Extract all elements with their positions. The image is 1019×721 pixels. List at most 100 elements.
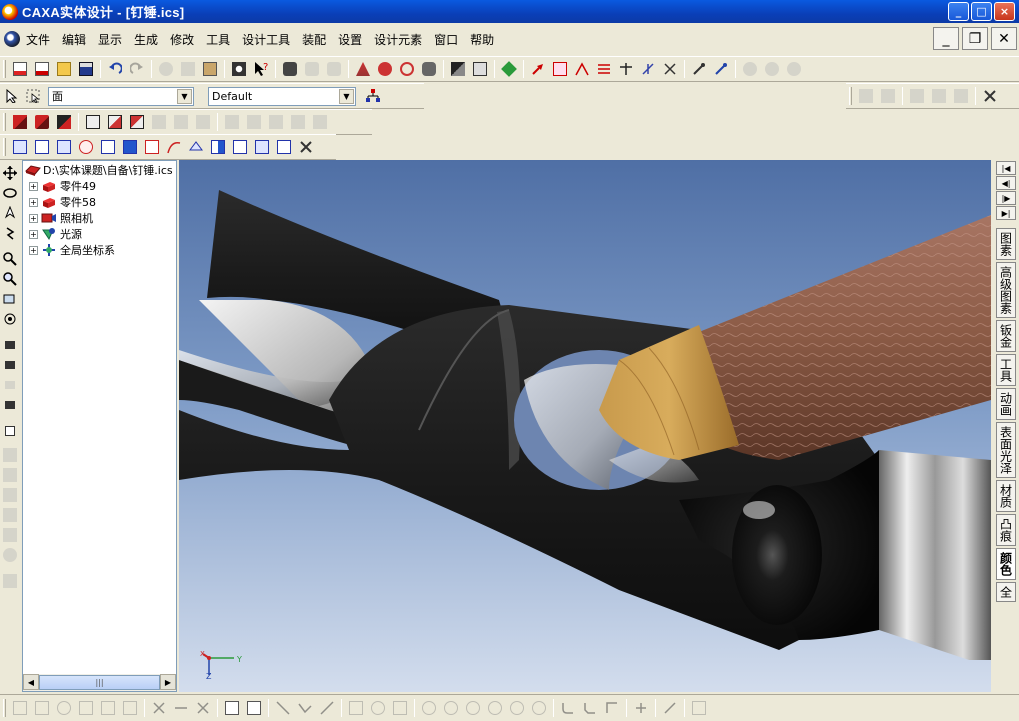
tab-material[interactable]: 材质	[996, 480, 1016, 512]
sketch-ellipse-icon[interactable]	[484, 697, 506, 719]
3d-viewport[interactable]: Y Z X	[179, 160, 991, 692]
chamfer-icon[interactable]	[126, 111, 148, 133]
tab-emboss[interactable]: 凸痕	[996, 514, 1016, 546]
tab-tools[interactable]: 工具	[996, 354, 1016, 386]
camera-dolly-icon[interactable]	[0, 375, 20, 395]
rotate-view-icon[interactable]	[374, 58, 396, 80]
tree-horizontal-scrollbar[interactable]: ◀ ||| ▶	[23, 674, 176, 691]
section-icon[interactable]	[469, 58, 491, 80]
expand-icon[interactable]: +	[29, 181, 38, 191]
select-box-icon[interactable]	[22, 85, 44, 107]
loft-icon[interactable]	[82, 111, 104, 133]
zoom-icon[interactable]	[0, 249, 20, 269]
tree-item-global-coords[interactable]: + 全局坐标系	[23, 242, 176, 258]
sketch-arc-icon[interactable]	[506, 697, 528, 719]
move-icon[interactable]	[352, 58, 374, 80]
sketch-project-icon[interactable]	[601, 697, 623, 719]
distribute-icon[interactable]	[593, 58, 615, 80]
sketch-box-icon[interactable]	[389, 697, 411, 719]
camera-zoom-icon[interactable]	[0, 395, 20, 415]
tab-first-icon[interactable]: |◀	[996, 161, 1016, 175]
surface-mesh-icon[interactable]	[97, 136, 119, 158]
face-replace-icon[interactable]	[0, 525, 20, 545]
pan-arrows-icon[interactable]	[0, 163, 20, 183]
sketch-constraint-icon[interactable]	[630, 697, 652, 719]
surface-tools-icon[interactable]	[295, 136, 317, 158]
sketch-line-icon[interactable]	[272, 697, 294, 719]
sketch-cursor-icon[interactable]	[243, 697, 265, 719]
paste-icon[interactable]	[199, 58, 221, 80]
new-design-icon[interactable]	[31, 58, 53, 80]
tab-next-icon[interactable]: |▶	[996, 191, 1016, 205]
view-back-icon[interactable]	[928, 85, 950, 107]
sketch-finish-icon[interactable]	[688, 697, 710, 719]
tree-item-camera[interactable]: + 照相机	[23, 210, 176, 226]
scroll-left-icon[interactable]: ◀	[23, 674, 39, 690]
zoom-fit-icon[interactable]	[0, 289, 20, 309]
face-measure-icon[interactable]	[0, 571, 20, 591]
fillet-icon[interactable]	[104, 111, 126, 133]
tab-elements[interactable]: 图素	[996, 228, 1016, 260]
doc-restore-button[interactable]: ❐	[962, 27, 988, 50]
redo-icon[interactable]	[126, 58, 148, 80]
menu-design-tools[interactable]: 设计工具	[236, 31, 296, 48]
menu-edit[interactable]: 编辑	[56, 31, 92, 48]
pattern-icon[interactable]	[192, 111, 214, 133]
help-cursor-icon[interactable]: ?	[250, 58, 272, 80]
sketch-dim-icon[interactable]	[659, 697, 681, 719]
boolean-icon[interactable]	[221, 111, 243, 133]
menu-modify[interactable]: 修改	[164, 31, 200, 48]
scale-icon[interactable]	[309, 111, 331, 133]
surface-split-icon[interactable]	[251, 136, 273, 158]
select-arrow-icon[interactable]	[0, 85, 22, 107]
toolbar-grip[interactable]	[3, 699, 6, 717]
face-draft-icon[interactable]	[0, 445, 20, 465]
measure-icon[interactable]	[659, 58, 681, 80]
doc-close-button[interactable]: ✕	[991, 27, 1017, 50]
sketch-spline-icon[interactable]	[367, 697, 389, 719]
camera-orbit-icon[interactable]	[0, 355, 20, 375]
tab-last-icon[interactable]: ▶|	[996, 206, 1016, 220]
face-offset-icon[interactable]	[0, 485, 20, 505]
menu-tools[interactable]: 工具	[200, 31, 236, 48]
tree-item-part58[interactable]: + 零件58	[23, 194, 176, 210]
doc-minimize-button[interactable]: _	[933, 27, 959, 50]
paint-icon[interactable]	[710, 58, 732, 80]
sketch-fillet-icon[interactable]	[557, 697, 579, 719]
tab-sheet-metal[interactable]: 钣金	[996, 320, 1016, 352]
surface-curve-icon[interactable]	[163, 136, 185, 158]
sketch-tangent-icon[interactable]	[316, 697, 338, 719]
menu-assembly[interactable]: 装配	[296, 31, 332, 48]
surface-extend-icon[interactable]	[207, 136, 229, 158]
menu-design-elements[interactable]: 设计元素	[368, 31, 428, 48]
surface-trim-icon[interactable]	[229, 136, 251, 158]
tools-icon[interactable]	[979, 85, 1001, 107]
menu-file[interactable]: 文件	[20, 31, 56, 48]
shell-icon[interactable]	[148, 111, 170, 133]
cut-icon[interactable]	[155, 58, 177, 80]
surface-sweep-icon[interactable]	[53, 136, 75, 158]
sketch-polyline-icon[interactable]	[294, 697, 316, 719]
menu-generate[interactable]: 生成	[128, 31, 164, 48]
toolbar-grip[interactable]	[3, 138, 6, 156]
smart-snap-icon[interactable]	[761, 58, 783, 80]
tab-animation[interactable]: 动画	[996, 388, 1016, 420]
text-tool-icon[interactable]	[447, 58, 469, 80]
add-view-icon[interactable]	[855, 85, 877, 107]
undo-icon[interactable]	[104, 58, 126, 80]
sketch-offset-icon[interactable]	[75, 697, 97, 719]
navigate-icon[interactable]	[0, 203, 20, 223]
face-delete-icon[interactable]	[0, 505, 20, 525]
menu-help[interactable]: 帮助	[464, 31, 500, 48]
look-at-icon[interactable]	[0, 309, 20, 329]
tree-item-light[interactable]: + 光源	[23, 226, 176, 242]
trim-icon[interactable]	[265, 111, 287, 133]
surface-extrude-icon[interactable]	[9, 136, 31, 158]
sketch-select-icon[interactable]	[221, 697, 243, 719]
search-parts-icon[interactable]	[228, 58, 250, 80]
surface-guide-icon[interactable]	[119, 136, 141, 158]
tab-surface-finish[interactable]: 表面光泽	[996, 422, 1016, 478]
mirror-icon[interactable]	[287, 111, 309, 133]
smart-render-icon[interactable]	[498, 58, 520, 80]
expand-icon[interactable]: +	[29, 245, 38, 255]
